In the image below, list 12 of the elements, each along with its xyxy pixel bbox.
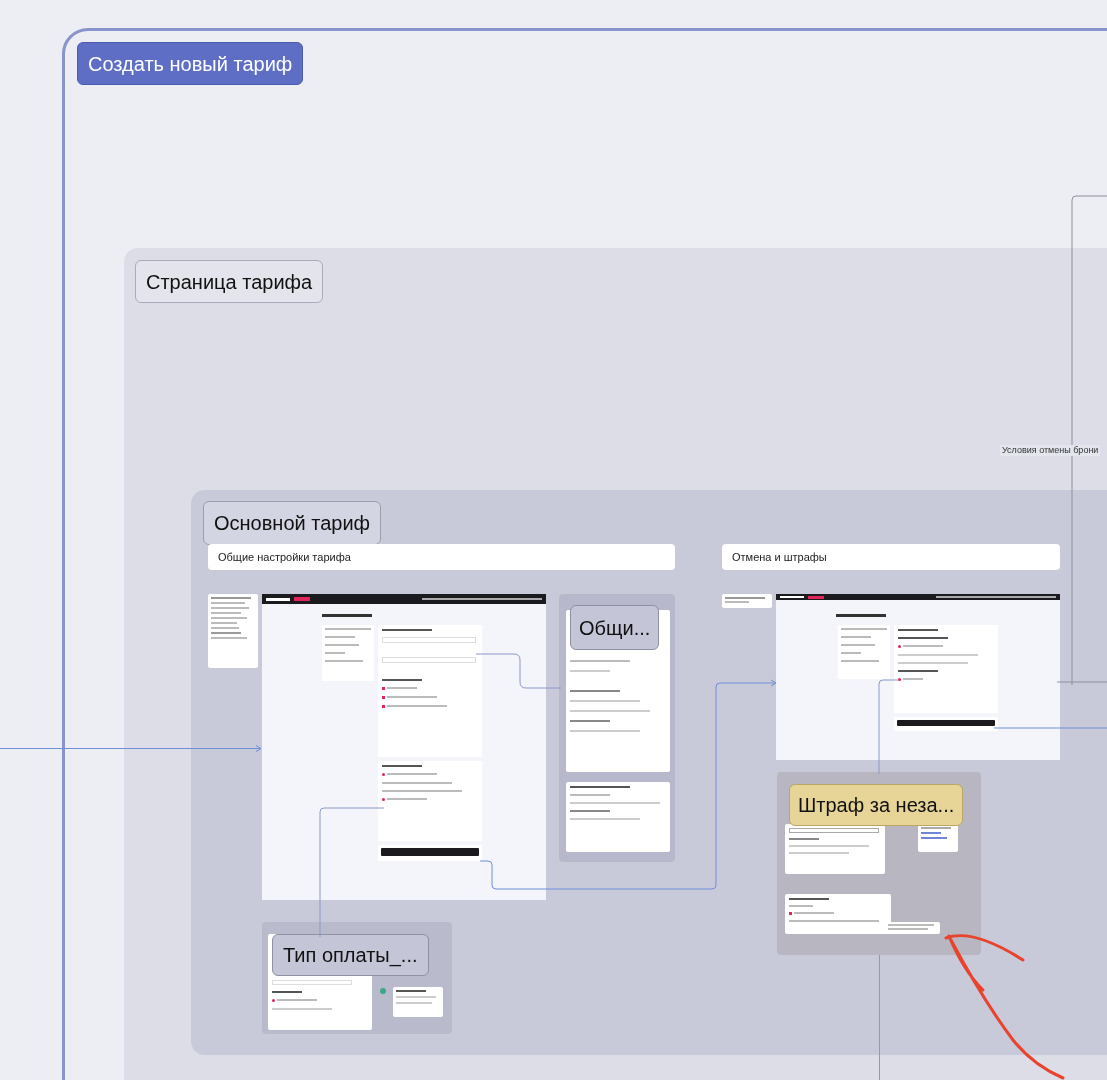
connector-label: Условия отмены брони <box>1000 445 1101 456</box>
column-header: Общие настройки тарифа <box>208 544 675 570</box>
settings-card-drawing <box>393 987 443 1017</box>
frame-label: Страница тарифа <box>135 260 324 303</box>
frame-label: Общи... <box>570 605 660 650</box>
note-card-drawing <box>722 594 772 608</box>
create-tariff-button[interactable]: Создать новый тариф <box>77 42 304 85</box>
column-header: Отмена и штрафы <box>722 544 1060 570</box>
frame-label: Штраф за неза... <box>789 784 964 826</box>
frame-label: Основной тариф <box>203 501 382 545</box>
frame-label: Тип оплаты_... <box>272 934 429 976</box>
settings-card-drawing <box>918 824 958 852</box>
